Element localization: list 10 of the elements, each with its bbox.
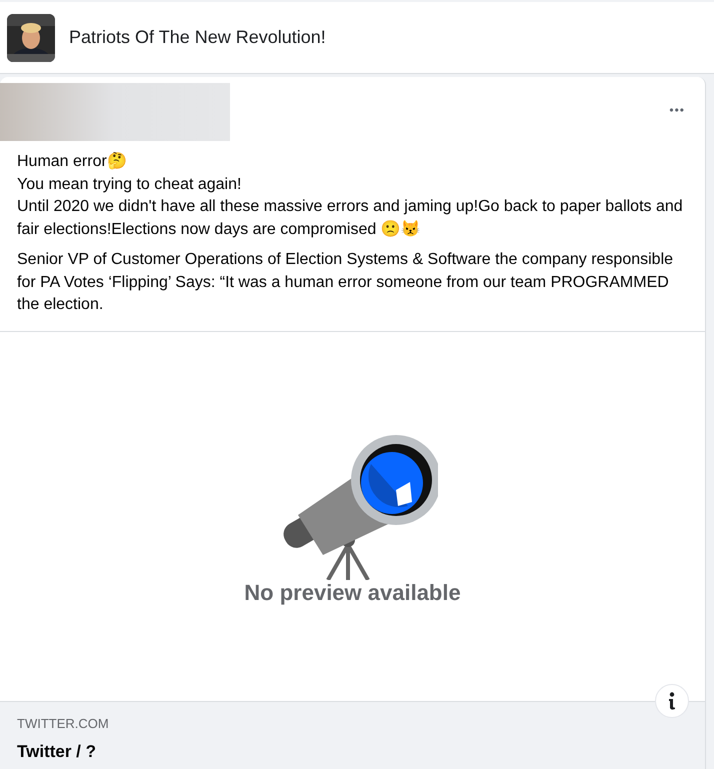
group-name[interactable]: Patriots Of The New Revolution! [69, 24, 326, 51]
info-icon [667, 692, 677, 710]
info-button[interactable] [655, 684, 689, 718]
post-text: Senior VP of Customer Operations of Election Systems & Software the company responsible for PA Votes ‘Flipping’ Says: “It was a human error someone from our team PROGRAMMED the election. [17, 250, 674, 315]
more-button[interactable]: ••• [669, 101, 685, 119]
no-preview-text: No preview available [244, 578, 461, 607]
link-domain: TWITTER.COM [17, 714, 110, 732]
post-text: Human error🤔 You mean trying to cheat again! Until 2020 we didn't have all these massive errors and jaming up!Go back to paper ballots and fair elections!Elections now days are compromised 🙁😾 [17, 151, 684, 240]
link-title: Twitter / ? [17, 741, 98, 763]
link-preview[interactable]: TWITTER.COM Twitter / ? [0, 700, 705, 769]
